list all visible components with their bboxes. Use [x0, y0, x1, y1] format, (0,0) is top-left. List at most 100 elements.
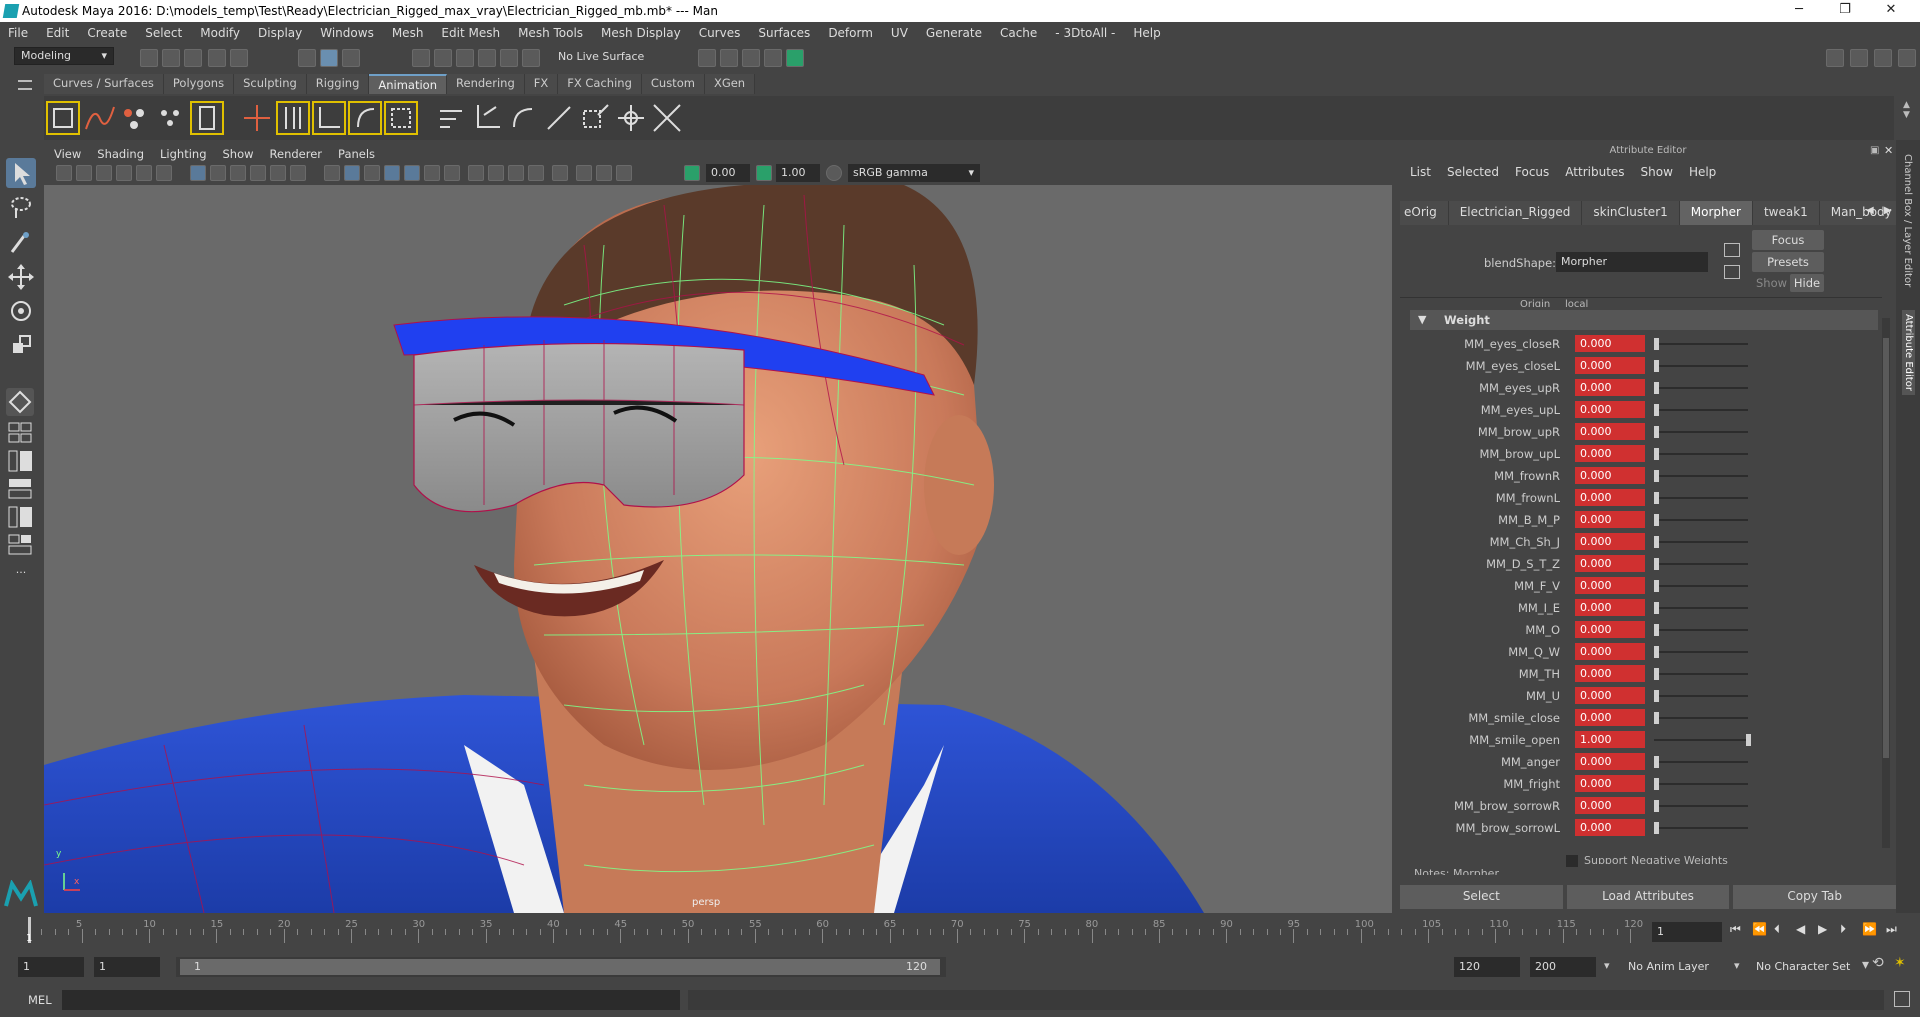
weight-slider-handle[interactable]	[1654, 602, 1659, 614]
camera-select-icon[interactable]	[56, 165, 72, 181]
vp-menu-view[interactable]: View	[54, 147, 81, 161]
weight-slider-track[interactable]	[1654, 541, 1748, 543]
constraint-scale-icon[interactable]	[542, 101, 576, 135]
weight-slider-handle[interactable]	[1654, 536, 1659, 548]
float-panel-icon[interactable]: ▣	[1870, 145, 1879, 156]
select-node-icon[interactable]	[1724, 243, 1740, 257]
ae-copy-tab-button[interactable]: Copy Tab	[1733, 885, 1897, 909]
weight-slider-track[interactable]	[1654, 519, 1748, 521]
go-to-end-icon[interactable]: ⏭	[1886, 922, 1897, 937]
shelf-menu-icon[interactable]	[18, 80, 32, 90]
play-backward-icon[interactable]: ◀	[1796, 922, 1805, 936]
menu-cache[interactable]: Cache	[1000, 26, 1037, 40]
weight-slider-handle[interactable]	[1654, 646, 1659, 658]
vp-menu-lighting[interactable]: Lighting	[160, 147, 206, 161]
play-forward-icon[interactable]: ▶	[1818, 922, 1827, 936]
ae-tab-tweak1[interactable]: tweak1	[1752, 201, 1820, 225]
gamma-icon[interactable]	[756, 165, 772, 181]
weight-slider-handle[interactable]	[1654, 580, 1659, 592]
joint-tool-icon[interactable]	[240, 101, 274, 135]
lights-icon[interactable]	[424, 165, 440, 181]
four-view-icon[interactable]	[6, 420, 36, 446]
shelf-scroll-icon[interactable]: ▲ ▼	[1903, 100, 1910, 120]
depth-of-field-icon[interactable]	[528, 165, 544, 181]
weight-slider-handle[interactable]	[1654, 448, 1659, 460]
weight-value-field[interactable]: 0.000	[1575, 467, 1645, 484]
menu-select[interactable]: Select	[145, 26, 182, 40]
ae-tab-morpher[interactable]: Morpher	[1679, 201, 1753, 225]
menu-edit-mesh[interactable]: Edit Mesh	[441, 26, 500, 40]
step-back-key-icon[interactable]: ⏴	[1774, 922, 1780, 937]
single-perspective-icon[interactable]	[6, 388, 34, 416]
snap-point-icon[interactable]	[456, 49, 474, 67]
camera-attr-icon[interactable]	[76, 165, 92, 181]
weight-slider-handle[interactable]	[1654, 624, 1659, 636]
start-time-field[interactable]: 1	[18, 957, 84, 977]
weight-value-field[interactable]: 0.000	[1575, 335, 1645, 352]
perspective-viewport[interactable]: y x persp	[44, 185, 1392, 913]
blendshape-name-field[interactable]: Morpher	[1556, 252, 1708, 272]
ae-tab-electrician-rigged[interactable]: Electrician_Rigged	[1448, 201, 1583, 225]
chevron-down-icon[interactable]: ▾	[1604, 959, 1610, 972]
xray-joints-icon[interactable]	[596, 165, 612, 181]
select-hierarchy-icon[interactable]	[298, 49, 316, 67]
snap-view-icon[interactable]	[478, 49, 496, 67]
weight-slider-handle[interactable]	[1654, 426, 1659, 438]
weight-value-field[interactable]: 0.000	[1575, 489, 1645, 506]
range-slider-handle[interactable]	[180, 959, 940, 975]
weight-slider-track[interactable]	[1654, 563, 1748, 565]
set-key-icon[interactable]	[46, 101, 80, 135]
auto-key-icon[interactable]: ⟲	[1872, 955, 1884, 971]
tab-rigging[interactable]: Rigging	[306, 74, 370, 94]
script-language-label[interactable]: MEL	[28, 993, 52, 1007]
weight-slider-handle[interactable]	[1654, 382, 1659, 394]
constraint-parent-icon[interactable]	[434, 101, 468, 135]
snap-curve-icon[interactable]	[434, 49, 452, 67]
smooth-shade-icon[interactable]	[344, 165, 360, 181]
anim-layer-dropdown[interactable]: No Anim Layer	[1622, 957, 1742, 977]
weight-value-field[interactable]: 0.000	[1575, 357, 1645, 374]
weight-slider-track[interactable]	[1654, 453, 1748, 455]
weight-value-field[interactable]: 0.000	[1575, 819, 1645, 836]
wireframe-icon[interactable]	[324, 165, 340, 181]
weight-slider-handle[interactable]	[1654, 668, 1659, 680]
bind-skin-icon[interactable]	[348, 101, 382, 135]
hide-button[interactable]: Hide	[1790, 274, 1824, 292]
weight-slider-track[interactable]	[1654, 387, 1748, 389]
grease-pencil-icon[interactable]	[156, 165, 172, 181]
weight-section-header[interactable]: ▼ Weight	[1410, 310, 1878, 330]
menu-surfaces[interactable]: Surfaces	[758, 26, 810, 40]
weight-slider-handle[interactable]	[1654, 404, 1659, 416]
step-forward-frame-icon[interactable]: ⏩	[1862, 922, 1877, 936]
2d-pan-icon[interactable]	[136, 165, 152, 181]
menu-mesh[interactable]: Mesh	[392, 26, 424, 40]
make-live-icon[interactable]	[522, 49, 540, 67]
ik-handle-icon[interactable]	[276, 101, 310, 135]
command-input[interactable]	[62, 990, 680, 1010]
weight-value-field[interactable]: 0.000	[1575, 401, 1645, 418]
tab-scroll-left-icon[interactable]: ◀	[1866, 205, 1874, 216]
weight-slider-track[interactable]	[1654, 827, 1748, 829]
wireframe-on-shaded-icon[interactable]	[384, 165, 400, 181]
ik-spline-icon[interactable]	[312, 101, 346, 135]
paint-weights-icon[interactable]	[384, 101, 418, 135]
constraint-pole-icon[interactable]	[614, 101, 648, 135]
vp-menu-show[interactable]: Show	[223, 147, 254, 161]
menu-mesh-tools[interactable]: Mesh Tools	[518, 26, 583, 40]
persp-trax-icon[interactable]	[6, 532, 36, 558]
weight-slider-track[interactable]	[1654, 739, 1748, 741]
shadows-icon[interactable]	[444, 165, 460, 181]
weight-slider-track[interactable]	[1654, 761, 1748, 763]
ae-menu-attributes[interactable]: Attributes	[1565, 165, 1624, 179]
weight-slider-handle[interactable]	[1746, 734, 1751, 746]
tab-xgen[interactable]: XGen	[704, 74, 756, 94]
toolbox-more-icon[interactable]: ···	[6, 566, 36, 584]
weight-value-field[interactable]: 0.000	[1575, 643, 1645, 660]
weight-value-field[interactable]: 0.000	[1575, 577, 1645, 594]
weight-slider-track[interactable]	[1654, 695, 1748, 697]
weight-value-field[interactable]: 0.000	[1575, 511, 1645, 528]
weight-value-field[interactable]: 0.000	[1575, 775, 1645, 792]
dope-sheet-icon[interactable]	[118, 101, 152, 135]
menu-uv[interactable]: UV	[891, 26, 908, 40]
support-negative-checkbox[interactable]	[1566, 855, 1578, 867]
